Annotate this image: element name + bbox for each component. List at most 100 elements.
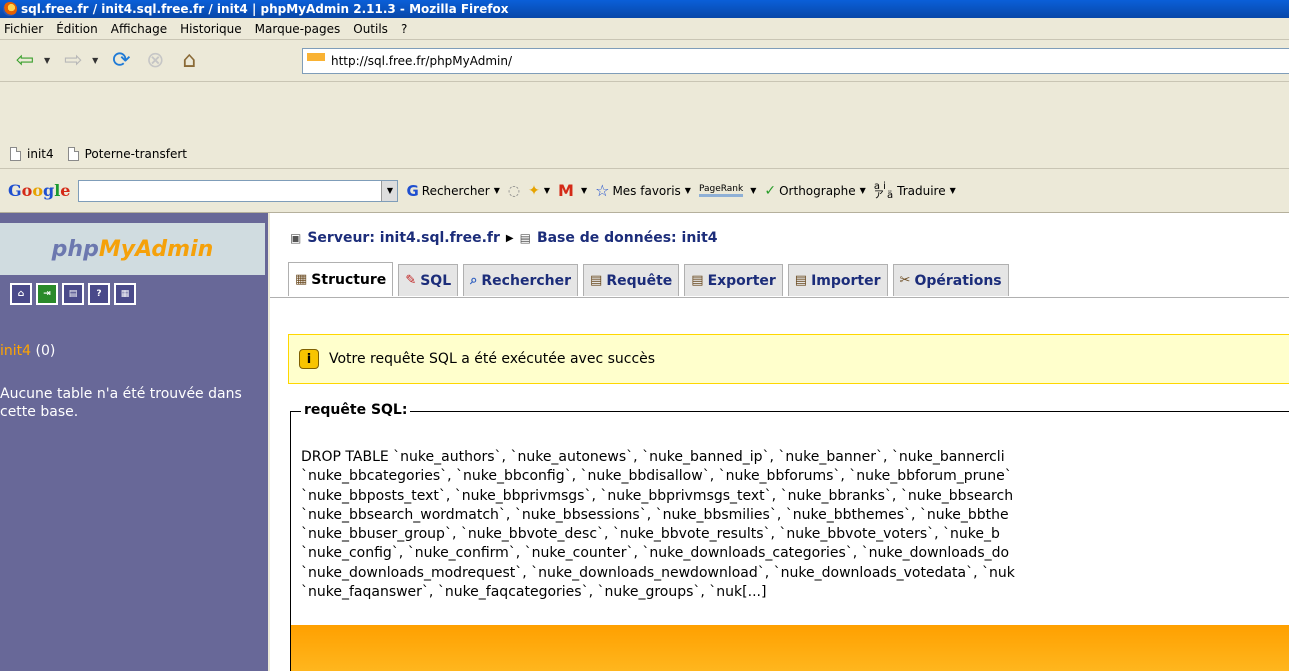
google-search-dropdown-icon[interactable]: ▼: [381, 180, 398, 201]
pma-navigation-frame: php MyAdmin ⌂ ⇥ ▤ ? ▦ init4 (0) Aucune ta…: [0, 213, 268, 671]
menu-affichage[interactable]: Affichage: [111, 22, 167, 36]
window-titlebar[interactable]: sql.free.fr / init4.sql.free.fr / init4 …: [0, 0, 1289, 18]
database-table-count: (0): [35, 343, 56, 359]
menu-outils[interactable]: Outils: [353, 22, 388, 36]
server-icon: ▣: [290, 231, 302, 245]
bookmark-label: Poterne-transfert: [84, 146, 187, 161]
popup-blocker-button[interactable]: ◌: [508, 183, 520, 199]
help-icon[interactable]: ?: [88, 283, 110, 305]
sql-line: `nuke_faqanswer`, `nuke_faqcategories`, …: [301, 584, 767, 601]
bookmark-init4[interactable]: init4: [10, 146, 54, 161]
pma-favicon-icon: [307, 53, 325, 69]
bookmarks-toolbar: init4 Poterne-transfert: [0, 139, 1289, 169]
bookmark-star-button[interactable]: ✦ ▼: [528, 183, 550, 199]
star-icon: ☆: [595, 181, 610, 200]
sql-actions-bar: [291, 625, 1289, 671]
pagerank-label: PageRank: [698, 184, 744, 197]
breadcrumb-database[interactable]: Base de données: init4: [537, 230, 718, 246]
google-search-input[interactable]: ▼: [78, 179, 399, 202]
chevron-down-icon: ▼: [580, 186, 588, 195]
tab-structure[interactable]: ▦ Structure: [288, 262, 394, 296]
sql-line: `nuke_bbuser_group`, `nuke_bbvote_desc`,…: [301, 526, 1000, 543]
forward-arrow-icon[interactable]: ⇨: [58, 46, 88, 76]
tab-label: Importer: [811, 272, 881, 289]
database-name[interactable]: init4 (0): [0, 343, 55, 359]
window-title: sql.free.fr / init4.sql.free.fr / init4 …: [21, 2, 509, 16]
back-arrow-icon[interactable]: ⇦: [10, 46, 40, 76]
tab-label: Exporter: [707, 272, 776, 289]
google-toolbar: Google ▼ G Rechercher ▼ ◌ ✦ ▼ M ▼ ☆ Mes …: [0, 169, 1289, 213]
chevron-down-icon: ▼: [750, 186, 757, 195]
spellcheck-button[interactable]: ✓ Orthographe ▼: [764, 183, 865, 199]
menu-help[interactable]: ?: [401, 22, 407, 36]
google-logo[interactable]: Google: [8, 181, 70, 200]
structure-icon: ▦: [295, 272, 308, 287]
logo-php-text: php: [51, 236, 99, 262]
firefox-icon: [3, 2, 17, 16]
tab-label: Requête: [606, 272, 673, 289]
query-icon: ▤: [590, 273, 603, 288]
spelling-label: Orthographe: [779, 183, 856, 198]
menu-edition[interactable]: Édition: [56, 22, 98, 36]
url-text: http://sql.free.fr/phpMyAdmin/: [331, 54, 513, 68]
tools-icon: ✂: [899, 273, 911, 288]
export-icon: ▤: [691, 273, 704, 288]
sql-line: DROP TABLE `nuke_authors`, `nuke_autonew…: [301, 449, 1005, 465]
sql-icon: ✎: [405, 273, 417, 288]
tab-requete[interactable]: ▤ Requête: [583, 264, 680, 296]
favorites-button[interactable]: ☆ Mes favoris ▼: [595, 181, 691, 200]
tab-sql[interactable]: ✎ SQL: [398, 264, 459, 296]
popup-blocker-icon: ◌: [507, 182, 521, 199]
query-window-icon[interactable]: ▦: [114, 283, 136, 305]
notice-message: Votre requête SQL a été exécutée avec su…: [329, 351, 656, 367]
url-bar[interactable]: http://sql.free.fr/phpMyAdmin/: [302, 48, 1289, 74]
info-icon: i: [299, 349, 319, 369]
sql-line: `nuke_bbposts_text`, `nuke_bbprivmsgs`, …: [301, 487, 1014, 504]
tab-rechercher[interactable]: ⌕ Rechercher: [463, 264, 579, 296]
chevron-down-icon: ▼: [859, 186, 866, 195]
home-icon[interactable]: ⌂: [10, 283, 32, 305]
back-history-dropdown-icon[interactable]: ▼: [44, 56, 50, 65]
tab-bar: ▦ Structure ✎ SQL ⌕ Rechercher ▤ Requête…: [288, 262, 1014, 296]
tab-divider: [270, 297, 1289, 298]
tab-label: SQL: [420, 272, 452, 289]
sql-query-legend: requête SQL:: [301, 402, 411, 418]
sql-query-text[interactable]: DROP TABLE `nuke_authors`, `nuke_autonew…: [301, 448, 1289, 602]
phpmyadmin-logo[interactable]: php MyAdmin: [0, 223, 265, 275]
exit-icon[interactable]: ⇥: [36, 283, 58, 305]
translate-button[interactable]: a iア ä Traduire ▼: [874, 181, 956, 200]
bookmark-label: init4: [27, 146, 54, 161]
forward-history-dropdown-icon[interactable]: ▼: [92, 56, 98, 65]
tab-importer[interactable]: ▤ Importer: [787, 264, 888, 296]
tab-exporter[interactable]: ▤ Exporter: [684, 264, 783, 296]
spellcheck-icon: ✓: [764, 182, 777, 199]
gmail-button[interactable]: M ▼: [558, 181, 587, 200]
sql-line: `nuke_downloads_modrequest`, `nuke_downl…: [301, 564, 1015, 581]
stop-icon[interactable]: ⊗: [140, 46, 170, 76]
favorites-label: Mes favoris: [612, 183, 681, 198]
sql-line: `nuke_bbsearch_wordmatch`, `nuke_bbsessi…: [301, 506, 1009, 523]
tab-label: Rechercher: [481, 272, 572, 289]
breadcrumb-server[interactable]: Serveur: init4.sql.free.fr: [307, 230, 500, 246]
database-link[interactable]: init4: [0, 343, 31, 359]
sparkle-icon: ✦: [528, 182, 540, 199]
database-icon: ▤: [519, 231, 531, 245]
chevron-down-icon: ▼: [543, 186, 551, 195]
bookmark-poterne-transfert[interactable]: Poterne-transfert: [67, 146, 187, 161]
menu-marque-pages[interactable]: Marque-pages: [255, 22, 341, 36]
chevron-down-icon: ▼: [949, 186, 956, 195]
tab-operations[interactable]: ✂ Opérations: [892, 264, 1009, 296]
sql-line: `nuke_config`, `nuke_confirm`, `nuke_cou…: [301, 545, 1010, 562]
chevron-down-icon: ▼: [493, 186, 500, 195]
menu-historique[interactable]: Historique: [180, 22, 242, 36]
reload-icon[interactable]: ⟳: [106, 46, 136, 76]
menu-fichier[interactable]: Fichier: [4, 22, 43, 36]
home-icon[interactable]: ⌂: [174, 46, 204, 76]
menu-bar: Fichier Édition Affichage Historique Mar…: [0, 18, 1289, 40]
logo-myadmin-text: MyAdmin: [98, 236, 214, 262]
breadcrumb-arrow-icon: ▶: [505, 232, 514, 244]
sql-query-icon[interactable]: ▤: [62, 283, 84, 305]
success-notice: i Votre requête SQL a été exécutée avec …: [288, 334, 1289, 384]
pagerank-button[interactable]: PageRank ▼: [698, 184, 757, 197]
google-search-button[interactable]: G Rechercher ▼: [406, 182, 499, 200]
